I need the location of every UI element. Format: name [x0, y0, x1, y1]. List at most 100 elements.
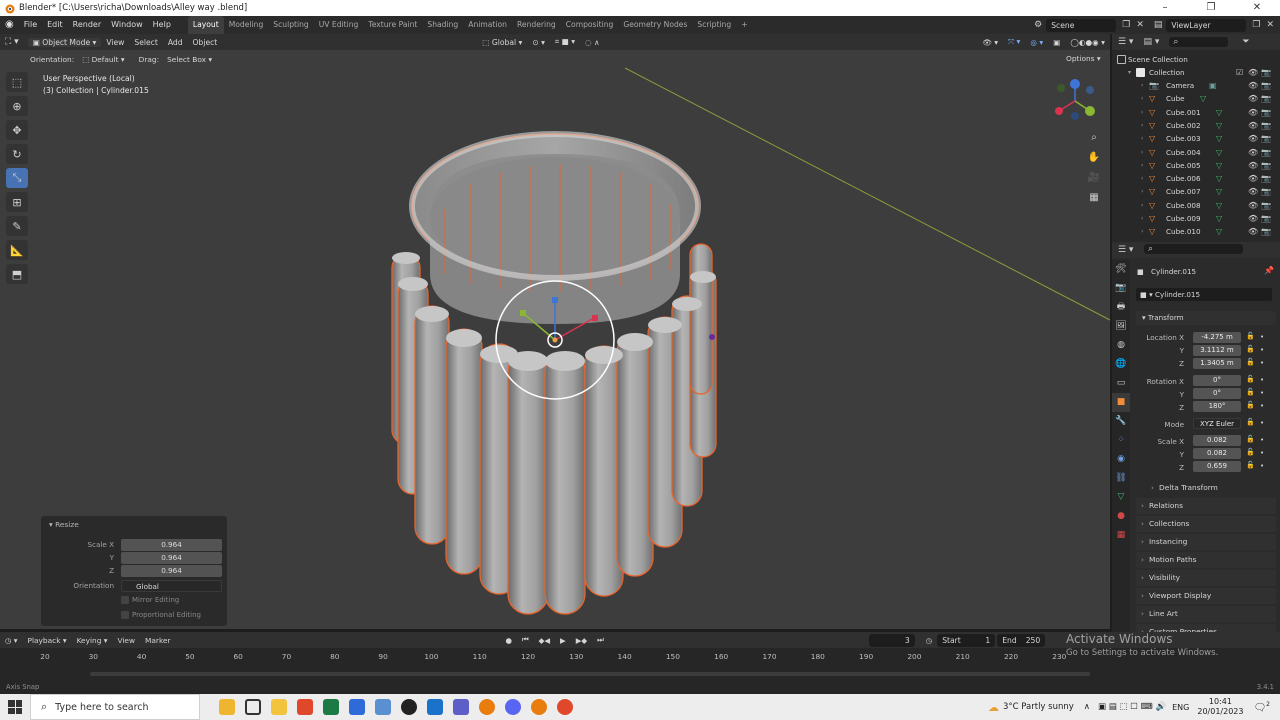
- keyframe-dot-icon[interactable]: •: [1260, 419, 1264, 427]
- keyframe-dot-icon[interactable]: •: [1260, 389, 1264, 397]
- visibility-eye-icon[interactable]: 👁: [1248, 185, 1258, 198]
- lock-icon[interactable]: 🔓: [1246, 418, 1255, 426]
- timeline-view-menu[interactable]: View: [112, 636, 140, 645]
- expand-arrow-icon[interactable]: ›: [1141, 172, 1143, 185]
- menu-render[interactable]: Render: [68, 16, 106, 34]
- outliner-item[interactable]: › ▽ Cube.009 ▽ 👁 📷: [1112, 212, 1280, 225]
- new-view-layer-icon[interactable]: ❐: [1252, 20, 1260, 30]
- measure-tool-icon[interactable]: 📐: [6, 240, 28, 260]
- outliner-item[interactable]: › ▽ Cube.010 ▽ 👁 📷: [1112, 225, 1280, 238]
- visibility-eye-icon[interactable]: 👁: [1248, 172, 1258, 185]
- playback-menu[interactable]: Playback ▾: [23, 636, 72, 645]
- mail-icon[interactable]: [422, 694, 448, 720]
- selected-object-ring[interactable]: [409, 131, 701, 324]
- orientation-field[interactable]: Global: [121, 580, 222, 592]
- scale-tool-icon[interactable]: ⤡: [6, 168, 28, 188]
- keyframe-dot-icon[interactable]: •: [1260, 402, 1264, 410]
- tab-layout[interactable]: Layout: [187, 16, 224, 34]
- camera-view-icon[interactable]: 🎥: [1086, 170, 1102, 186]
- expand-arrow-icon[interactable]: ›: [1141, 225, 1143, 238]
- render-camera-icon[interactable]: 📷: [1261, 225, 1271, 238]
- render-camera-icon[interactable]: 📷: [1261, 79, 1271, 92]
- expand-arrow-icon[interactable]: ›: [1141, 132, 1143, 145]
- tab-scripting[interactable]: Scripting: [692, 16, 736, 34]
- marker-menu[interactable]: Marker: [140, 636, 176, 645]
- scene-collection-row[interactable]: Scene Collection: [1112, 53, 1280, 66]
- object-mode-dropdown[interactable]: ▣ Object Mode ▾: [27, 37, 102, 47]
- tab-sculpting[interactable]: Sculpting: [268, 16, 313, 34]
- annotate-tool-icon[interactable]: ✎: [6, 216, 28, 236]
- tray-chevron-icon[interactable]: ∧: [1084, 702, 1090, 712]
- lock-icon[interactable]: 🔓: [1246, 401, 1255, 409]
- menu-window[interactable]: Window: [106, 16, 148, 34]
- constraints-tab-icon[interactable]: ⛓: [1112, 469, 1130, 488]
- overlay-toggle-icon[interactable]: ◎ ▾: [1025, 38, 1048, 47]
- add-menu[interactable]: Add: [163, 38, 188, 47]
- visibility-section[interactable]: Visibility: [1136, 570, 1276, 586]
- location-z-field[interactable]: 1.3405 m: [1193, 358, 1241, 369]
- view-layer-tab-icon[interactable]: 🖼: [1112, 317, 1130, 336]
- object-tab-icon[interactable]: ■: [1112, 393, 1130, 412]
- clock-icon[interactable]: ◷: [921, 636, 937, 645]
- jump-start-icon[interactable]: ⏮: [517, 635, 534, 645]
- relations-section[interactable]: Relations: [1136, 498, 1276, 514]
- tab-geometry-nodes[interactable]: Geometry Nodes: [618, 16, 692, 34]
- visibility-eye-icon[interactable]: 👁: [1248, 212, 1258, 225]
- outliner-item[interactable]: › ▽ Cube.007 ▽ 👁 📷: [1112, 185, 1280, 198]
- collection-row[interactable]: ▾ Collection ☑ 👁 📷: [1112, 66, 1280, 79]
- discord-icon[interactable]: [500, 694, 526, 720]
- blender-menu-icon[interactable]: ◉: [0, 16, 19, 34]
- minimize-button[interactable]: –: [1142, 0, 1188, 16]
- frame-end-field[interactable]: End 250: [997, 633, 1046, 647]
- taskbar-search-box[interactable]: ⌕ Type here to search: [30, 694, 200, 720]
- expand-arrow-icon[interactable]: ›: [1141, 185, 1143, 198]
- visibility-eye-icon[interactable]: 👁: [1248, 225, 1258, 238]
- line-art-section[interactable]: Line Art: [1136, 606, 1276, 622]
- lock-icon[interactable]: 🔓: [1246, 345, 1255, 353]
- frame-start-field[interactable]: Start 1: [937, 633, 996, 647]
- scale-x-field[interactable]: 0.964: [121, 539, 222, 551]
- menu-help[interactable]: Help: [148, 16, 176, 34]
- outliner-item[interactable]: › ▽ Cube ▽ 👁 📷: [1112, 92, 1280, 105]
- tray-app-icons[interactable]: ▣ ▤ ⬚ ☐ ⌨ 🔊: [1098, 702, 1166, 712]
- expand-arrow-icon[interactable]: ›: [1141, 106, 1143, 119]
- tab-modeling[interactable]: Modeling: [224, 16, 269, 34]
- jump-end-icon[interactable]: ⏭: [592, 635, 609, 645]
- scale-z-prop-field[interactable]: 0.659: [1193, 461, 1241, 472]
- timeline-editor-icon[interactable]: ◷ ▾: [0, 636, 23, 645]
- tab-rendering[interactable]: Rendering: [512, 16, 561, 34]
- motion-paths-section[interactable]: Motion Paths: [1136, 552, 1276, 568]
- outliner-item[interactable]: › ▽ Cube.005 ▽ 👁 📷: [1112, 159, 1280, 172]
- view-layer-selector[interactable]: ViewLayer: [1166, 18, 1247, 32]
- scale-x-prop-field[interactable]: 0.082: [1193, 435, 1241, 446]
- keyframe-dot-icon[interactable]: •: [1260, 462, 1264, 470]
- outliner-item[interactable]: › ▽ Cube.003 ▽ 👁 📷: [1112, 132, 1280, 145]
- mirror-editing-checkbox[interactable]: Mirror Editing: [121, 596, 179, 604]
- blender-taskbar-icon[interactable]: [474, 694, 500, 720]
- instancing-section[interactable]: Instancing: [1136, 534, 1276, 550]
- expand-arrow-icon[interactable]: ›: [1141, 199, 1143, 212]
- render-camera-icon[interactable]: 📷: [1261, 185, 1271, 198]
- add-workspace-button[interactable]: +: [736, 16, 752, 34]
- particles-tab-icon[interactable]: ⁘: [1112, 431, 1130, 450]
- expand-arrow-icon[interactable]: ›: [1141, 212, 1143, 225]
- weather-icon[interactable]: ☁: [988, 701, 999, 714]
- task-view-icon[interactable]: [240, 694, 266, 720]
- rotation-y-field[interactable]: 0°: [1193, 388, 1241, 399]
- viewport-display-section[interactable]: Viewport Display: [1136, 588, 1276, 604]
- visibility-eye-icon[interactable]: 👁: [1248, 159, 1258, 172]
- lock-icon[interactable]: 🔓: [1246, 358, 1255, 366]
- play-icon[interactable]: ▶: [555, 636, 571, 645]
- render-tab-icon[interactable]: 📷: [1112, 279, 1130, 298]
- select-menu[interactable]: Select: [129, 38, 162, 47]
- transform-panel-header[interactable]: ▾ Transform: [1136, 311, 1276, 325]
- render-camera-icon[interactable]: 📷: [1261, 146, 1271, 159]
- render-camera-icon[interactable]: 📷: [1261, 212, 1271, 225]
- modifiers-tab-icon[interactable]: 🔧: [1112, 412, 1130, 431]
- properties-editor-icon[interactable]: ☰ ▾: [1118, 245, 1133, 255]
- expand-arrow-icon[interactable]: ›: [1141, 159, 1143, 172]
- drag-dropdown[interactable]: Select Box ▾: [163, 55, 216, 64]
- transform-tool-icon[interactable]: ⊞: [6, 192, 28, 212]
- proportional-editing-checkbox[interactable]: Proportional Editing: [121, 611, 201, 619]
- visibility-eye-icon[interactable]: 👁: [1248, 146, 1258, 159]
